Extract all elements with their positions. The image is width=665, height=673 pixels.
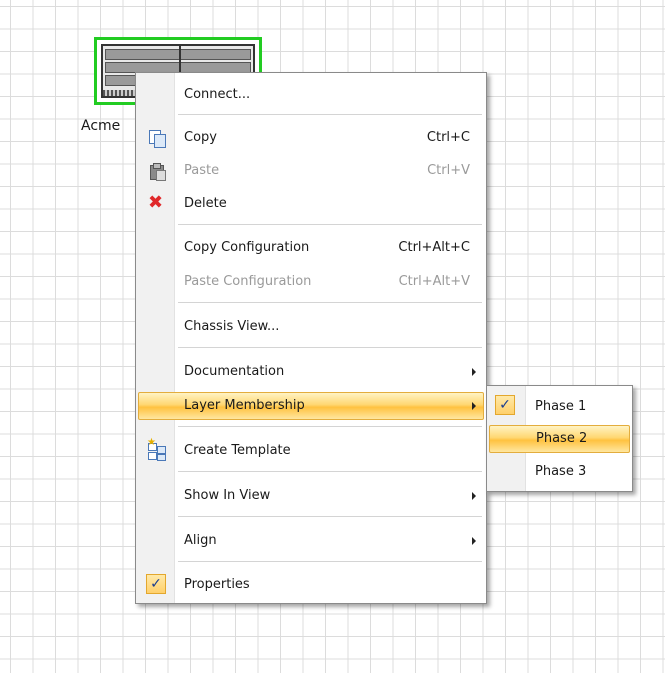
shortcut-paste: Ctrl+V [427,163,470,178]
submenu-arrow-icon [472,492,476,500]
menu-item-delete[interactable]: ✖ Delete [138,190,484,218]
menu-separator [178,302,482,303]
menu-item-connect[interactable]: Connect... [138,81,484,109]
menu-item-paste: Paste Ctrl+V [138,157,484,185]
menu-separator [178,471,482,472]
submenu-arrow-icon [472,402,476,410]
menu-item-create-template[interactable]: ★ Create Template [138,437,484,465]
submenu-arrow-icon [472,537,476,545]
menu-item-paste-configuration: Paste Configuration Ctrl+Alt+V [184,274,470,289]
submenu-arrow-icon [472,368,476,376]
menu-item-align[interactable]: Align [138,527,484,555]
check-icon: ✓ [495,395,515,415]
menu-item-show-in-view[interactable]: Show In View [138,482,484,510]
shortcut-copy: Ctrl+C [426,130,470,145]
paste-icon [148,163,166,181]
submenu-item-phase-3[interactable]: Phase 3 [489,458,630,486]
delete-icon: ✖ [148,192,164,213]
menu-separator [178,426,482,427]
copy-icon [148,130,166,148]
menu-separator [178,561,482,562]
menu-item-copy-configuration[interactable]: Copy Configuration Ctrl+Alt+C [138,234,484,262]
check-icon: ✓ [146,574,166,594]
submenu-item-phase-2[interactable]: Phase 2 [489,425,630,453]
context-menu: Connect... Copy Ctrl+C Paste Ctrl+V ✖ De… [135,72,487,604]
device-label: Acme [81,118,121,134]
shortcut-copy-configuration: Ctrl+Alt+C [398,240,470,255]
menu-item-layer-membership[interactable]: Layer Membership [138,392,484,420]
template-icon: ★ [147,437,166,461]
menu-item-documentation[interactable]: Documentation [138,358,484,386]
layer-membership-submenu: ✓ Phase 1 Phase 2 Phase 3 [486,385,633,492]
menu-separator [178,347,482,348]
shortcut-paste-configuration: Ctrl+Alt+V [398,274,470,289]
menu-separator [178,516,482,517]
menu-separator [178,114,482,115]
menu-item-copy[interactable]: Copy Ctrl+C [138,124,484,152]
menu-separator [178,224,482,225]
menu-item-properties[interactable]: ✓ Properties [138,571,484,599]
menu-item-chassis-view[interactable]: Chassis View... [138,313,484,341]
submenu-item-phase-1[interactable]: ✓ Phase 1 [489,393,630,421]
